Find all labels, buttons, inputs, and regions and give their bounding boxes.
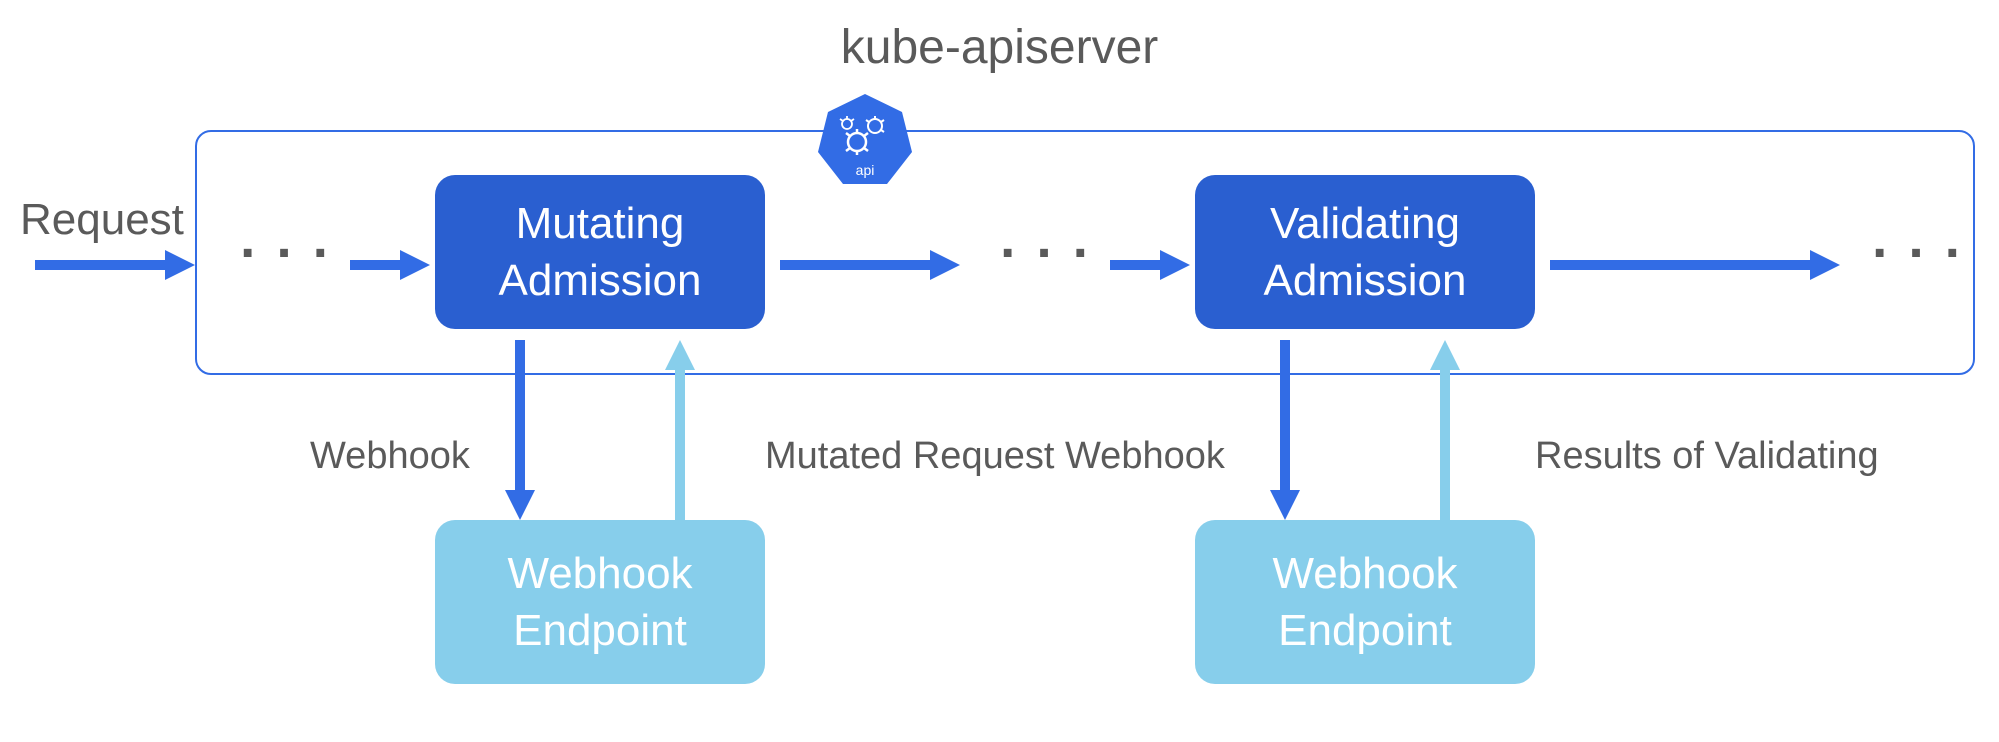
mutated-request-label: Mutated Request bbox=[765, 435, 1054, 478]
api-badge-label: api bbox=[856, 162, 875, 178]
ellipsis-2: ··· bbox=[1000, 220, 1109, 284]
validating-line1: Validating bbox=[1235, 195, 1495, 252]
arrow-mutating-to-webhook bbox=[500, 335, 540, 525]
mutating-line1: Mutating bbox=[475, 195, 725, 252]
webhook2-line1: Webhook bbox=[1235, 545, 1495, 602]
arrow-from-validating bbox=[1545, 245, 1845, 285]
webhook-label-2: Webhook bbox=[1065, 435, 1225, 478]
arrow-webhook-to-mutating bbox=[660, 335, 700, 525]
validating-admission-box: Validating Admission bbox=[1195, 175, 1535, 329]
arrow-to-mutating bbox=[345, 245, 435, 285]
arrow-webhook-to-validating bbox=[1425, 335, 1465, 525]
webhook-label-1: Webhook bbox=[310, 435, 470, 478]
mutating-admission-box: Mutating Admission bbox=[435, 175, 765, 329]
arrow-from-mutating bbox=[775, 245, 965, 285]
mutating-line2: Admission bbox=[475, 252, 725, 309]
ellipsis-3: ··· bbox=[1872, 220, 1981, 284]
request-label: Request bbox=[20, 195, 184, 245]
validating-line2: Admission bbox=[1235, 252, 1495, 309]
results-validating-label: Results of Validating bbox=[1535, 435, 1879, 478]
webhook1-line2: Endpoint bbox=[475, 602, 725, 659]
webhook-endpoint-box-2: Webhook Endpoint bbox=[1195, 520, 1535, 684]
diagram-title: kube-apiserver bbox=[841, 20, 1158, 75]
webhook-endpoint-box-1: Webhook Endpoint bbox=[435, 520, 765, 684]
arrow-request-in bbox=[30, 245, 200, 285]
webhook1-line1: Webhook bbox=[475, 545, 725, 602]
arrow-to-validating bbox=[1105, 245, 1195, 285]
ellipsis-1: ··· bbox=[240, 220, 349, 284]
webhook2-line2: Endpoint bbox=[1235, 602, 1495, 659]
arrow-validating-to-webhook bbox=[1265, 335, 1305, 525]
kube-api-icon: api bbox=[815, 90, 915, 190]
